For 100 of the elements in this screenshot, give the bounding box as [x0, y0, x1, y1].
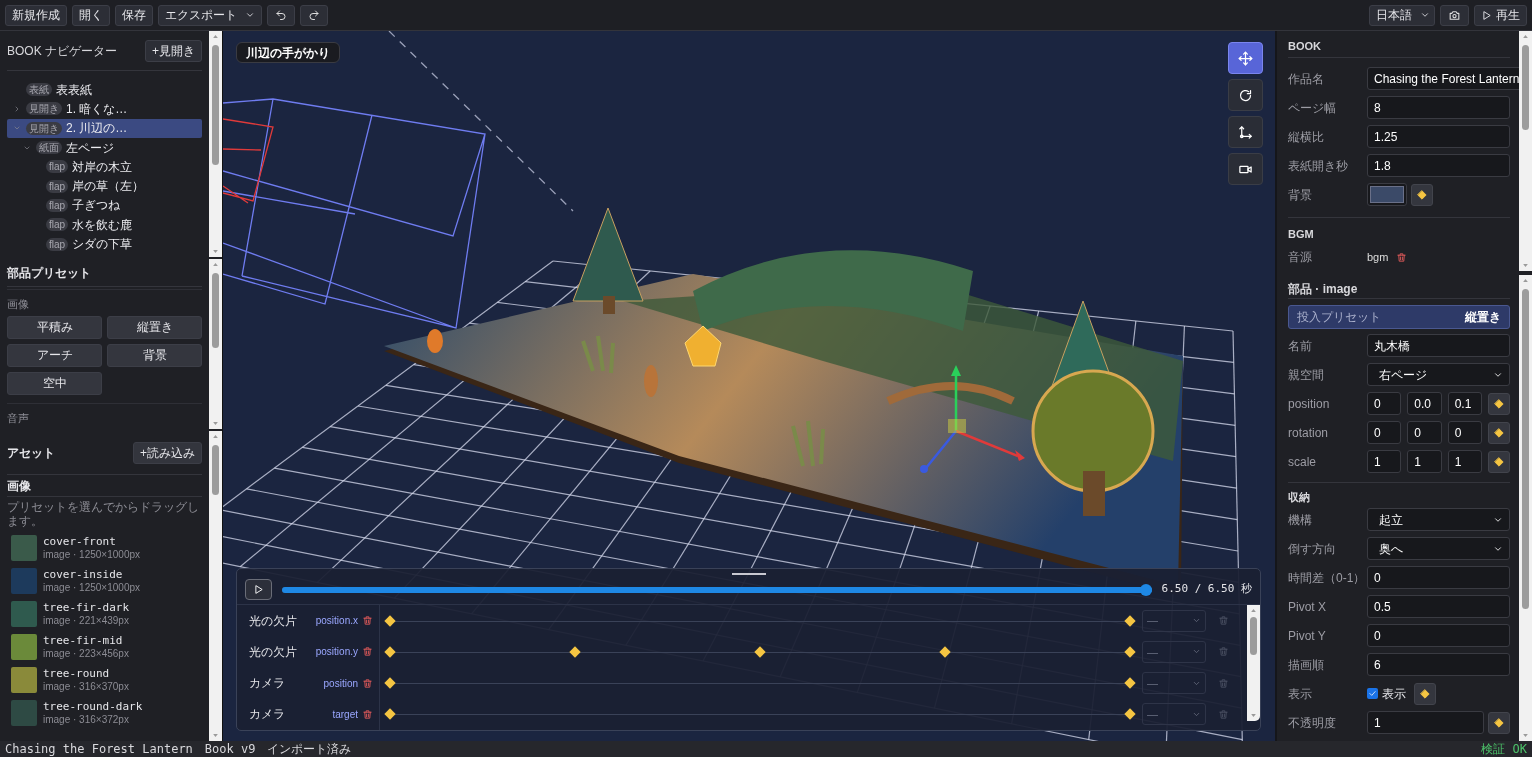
text-field[interactable]: 8	[1367, 96, 1510, 119]
text-field[interactable]: 0	[1367, 624, 1510, 647]
tool-button[interactable]	[1228, 42, 1263, 74]
text-field[interactable]: 1	[1367, 711, 1484, 734]
number-field[interactable]: 0	[1447, 421, 1482, 444]
keyframe-marker[interactable]	[570, 646, 580, 657]
number-field[interactable]: 0	[1367, 421, 1402, 444]
asset-item[interactable]: tree-round-dark image · 316×372px	[7, 696, 202, 729]
keyframe-marker[interactable]	[385, 615, 395, 626]
select-field[interactable]: 奥へ	[1367, 537, 1510, 560]
text-field[interactable]: Chasing the Forest Lantern	[1367, 67, 1519, 90]
preset-button[interactable]: 縦置き	[107, 315, 202, 339]
keyframe-marker[interactable]	[1125, 646, 1135, 657]
tree-item[interactable]: flap 子ぎつね	[7, 195, 202, 216]
scrollbar[interactable]	[209, 31, 222, 257]
slider-thumb[interactable]	[1139, 583, 1152, 596]
scrollbar-thumb[interactable]	[212, 45, 219, 165]
tool-button[interactable]	[1228, 79, 1263, 111]
asset-item[interactable]: tree-round image · 316×370px	[7, 663, 202, 696]
timeline-slider[interactable]	[282, 583, 1152, 596]
tree-item[interactable]: 見開き 1. 暗くな…	[7, 99, 202, 119]
toolbar-button[interactable]: 新規作成	[5, 4, 67, 26]
3d-viewport[interactable]: 川辺の手がかり 6.50 / 6.50 秒 光の欠片 position.x — 光の欠片 position.y — カメラ position — カメラ target —	[222, 31, 1275, 741]
keyframe-marker[interactable]	[385, 646, 395, 657]
toolbar-button[interactable]: 開く	[72, 4, 110, 26]
scrollbar[interactable]	[1247, 605, 1260, 721]
tree-item[interactable]: flap 対岸の木立	[7, 157, 202, 177]
number-field[interactable]: 1	[1367, 450, 1402, 473]
scrollbar[interactable]	[209, 431, 222, 741]
number-field[interactable]: 1	[1447, 450, 1482, 473]
keyframe-track[interactable]	[385, 614, 1135, 627]
number-field[interactable]: 0.0	[1407, 392, 1442, 415]
easing-select[interactable]: —	[1142, 609, 1206, 632]
export-dropdown[interactable]: エクスポート	[158, 4, 262, 26]
timeline-play-button[interactable]	[245, 579, 272, 600]
text-field[interactable]: 0.5	[1367, 595, 1510, 618]
undo-button[interactable]	[267, 4, 295, 26]
tool-button[interactable]	[1228, 153, 1263, 185]
keyframe-button[interactable]	[1488, 392, 1510, 415]
keyframe-marker[interactable]	[385, 678, 395, 689]
text-field[interactable]: 1.8	[1367, 154, 1510, 177]
preset-button[interactable]: 背景	[107, 343, 202, 367]
keyframe-button[interactable]	[1488, 421, 1510, 444]
tree-item[interactable]: flap 水を飲む鹿	[7, 215, 202, 235]
keyframe-button[interactable]	[1414, 682, 1436, 705]
number-field[interactable]: 0.1	[1447, 392, 1482, 415]
scrollbar-thumb[interactable]	[1522, 289, 1529, 609]
select-field[interactable]: 右ページ	[1367, 363, 1510, 386]
preset-button[interactable]: アーチ	[7, 343, 102, 367]
keyframe-button[interactable]	[1488, 711, 1510, 734]
import-button[interactable]: +読み込み	[133, 441, 202, 464]
number-field[interactable]: 0	[1407, 421, 1442, 444]
tree-item[interactable]: 紙面 左ページ	[7, 137, 202, 158]
select-field[interactable]: 起立	[1367, 508, 1510, 531]
screenshot-button[interactable]	[1440, 4, 1469, 26]
scrollbar[interactable]	[209, 259, 222, 429]
text-field[interactable]: 丸木橋	[1367, 334, 1510, 357]
tree-item[interactable]: 表紙 表表紙	[7, 80, 202, 100]
text-field[interactable]: 6	[1367, 653, 1510, 676]
keyframe-marker[interactable]	[755, 646, 765, 657]
language-select[interactable]: 日本語	[1369, 4, 1435, 26]
redo-button[interactable]	[300, 4, 328, 26]
scrollbar-thumb[interactable]	[212, 445, 219, 495]
keyframe-marker[interactable]	[385, 709, 395, 720]
play-button[interactable]: 再生	[1474, 4, 1527, 26]
tool-button[interactable]	[1228, 116, 1263, 148]
toolbar-button[interactable]: 保存	[115, 4, 153, 26]
easing-select[interactable]: —	[1142, 672, 1206, 695]
text-field[interactable]: 1.25	[1367, 125, 1510, 148]
asset-item[interactable]: tree-fir-dark image · 221×439px	[7, 597, 202, 630]
tree-item[interactable]: 見開き 2. 川辺の…	[7, 118, 202, 138]
number-field[interactable]: 1	[1407, 450, 1442, 473]
easing-select[interactable]: —	[1142, 703, 1206, 726]
number-field[interactable]: 0	[1367, 392, 1402, 415]
text-field[interactable]: 0	[1367, 566, 1510, 589]
preset-button[interactable]: 平積み	[7, 315, 102, 339]
checkbox[interactable]	[1367, 688, 1378, 699]
color-swatch[interactable]	[1367, 183, 1407, 206]
tree-item[interactable]: flap 岸の草（左）	[7, 176, 202, 196]
asset-item[interactable]: cover-front image · 1250×1000px	[7, 531, 202, 564]
keyframe-track[interactable]	[385, 677, 1135, 690]
preset-button[interactable]: 空中	[7, 371, 102, 395]
scrollbar[interactable]	[1519, 31, 1532, 271]
drag-handle[interactable]	[731, 573, 766, 575]
keyframe-button[interactable]	[1488, 450, 1510, 473]
keyframe-button[interactable]	[1411, 183, 1433, 206]
keyframe-track[interactable]	[385, 645, 1135, 658]
scrollbar-thumb[interactable]	[212, 273, 219, 348]
keyframe-marker[interactable]	[940, 646, 950, 657]
tree-item[interactable]: flap シダの下草	[7, 234, 202, 254]
keyframe-marker[interactable]	[1125, 678, 1135, 689]
scrollbar[interactable]	[1519, 275, 1532, 741]
scrollbar-thumb[interactable]	[1250, 617, 1257, 655]
asset-item[interactable]: tree-fir-mid image · 223×456px	[7, 630, 202, 663]
keyframe-marker[interactable]	[1125, 615, 1135, 626]
asset-item[interactable]: cover-inside image · 1250×1000px	[7, 564, 202, 597]
easing-select[interactable]: —	[1142, 640, 1206, 663]
add-spread-button[interactable]: +見開き	[145, 39, 202, 62]
keyframe-marker[interactable]	[1125, 709, 1135, 720]
scrollbar-thumb[interactable]	[1522, 45, 1529, 130]
